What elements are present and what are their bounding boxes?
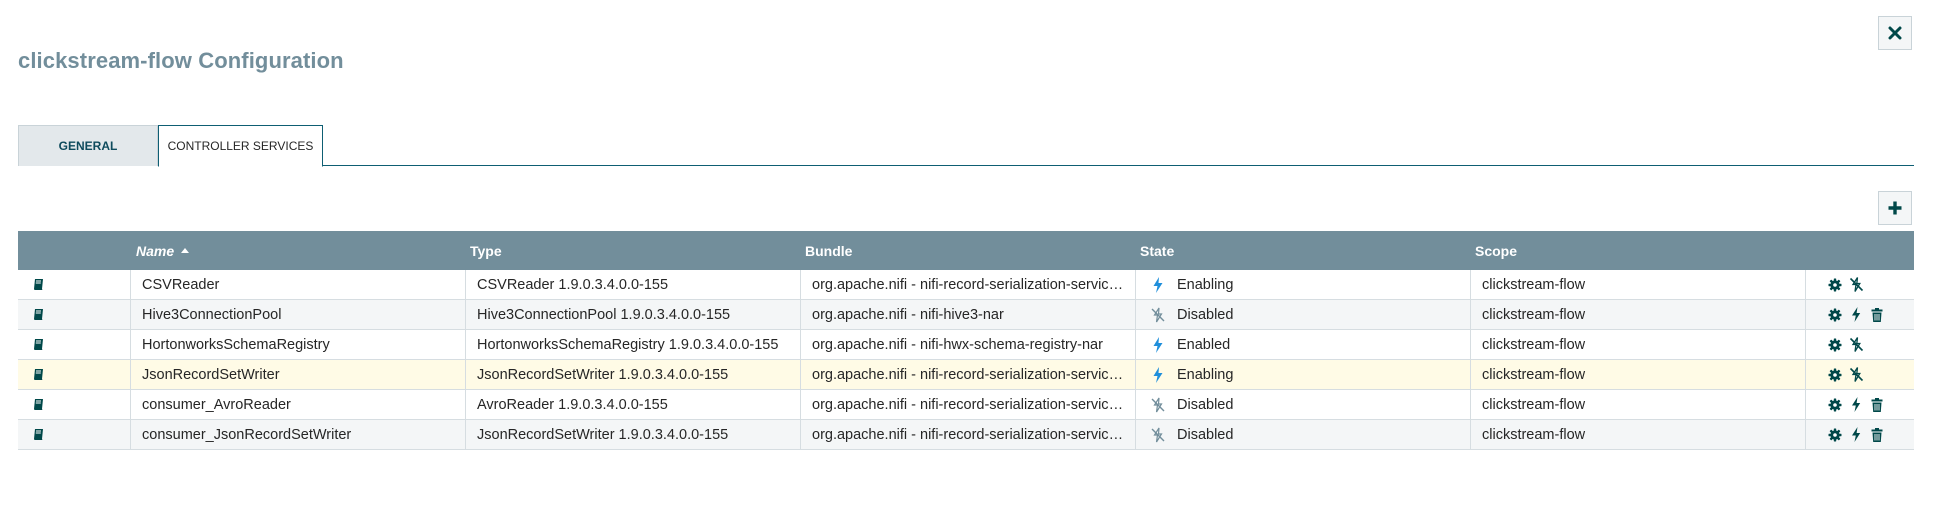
- state-label: Enabling: [1177, 366, 1234, 383]
- type-cell: CSVReader 1.9.0.3.4.0.0-155: [477, 276, 669, 293]
- enable-icon[interactable]: [1848, 397, 1864, 413]
- bundle-cell: org.apache.nifi - nifi-record-serializat…: [812, 366, 1130, 383]
- state-label: Disabled: [1177, 306, 1234, 323]
- configure-icon[interactable]: [1827, 427, 1843, 443]
- info-cell: [18, 360, 130, 389]
- configure-icon[interactable]: [1827, 307, 1843, 323]
- scope-cell: clickstream-flow: [1482, 426, 1586, 443]
- disabled-icon: [1149, 426, 1167, 444]
- table-header: Name Type Bundle State Scope: [18, 231, 1914, 270]
- state-label: Enabled: [1177, 336, 1231, 353]
- state-cell: Disabled: [1135, 300, 1470, 329]
- bundle-cell: org.apache.nifi - nifi-hwx-schema-regist…: [812, 336, 1103, 353]
- dialog-title: clickstream-flow Configuration: [18, 48, 344, 73]
- enabling-bolt-icon: [1149, 276, 1167, 294]
- state-cell: Enabled: [1135, 330, 1470, 359]
- sort-ascending-icon: [181, 248, 190, 253]
- name-cell: consumer_AvroReader: [142, 396, 291, 413]
- actions-cell: [1805, 330, 1914, 359]
- actions-cell: [1805, 390, 1914, 419]
- configure-icon[interactable]: [1827, 277, 1843, 293]
- table-row[interactable]: consumer_JsonRecordSetWriter JsonRecordS…: [18, 420, 1914, 450]
- disabled-icon: [1149, 306, 1167, 324]
- bundle-cell: org.apache.nifi - nifi-record-serializat…: [812, 276, 1130, 293]
- bundle-cell: org.apache.nifi - nifi-record-serializat…: [812, 426, 1130, 443]
- column-header-state[interactable]: State: [1140, 231, 1174, 270]
- configure-icon[interactable]: [1827, 337, 1843, 353]
- name-cell: JsonRecordSetWriter: [142, 366, 280, 383]
- disable-icon[interactable]: [1848, 277, 1864, 293]
- table-body: CSVReader CSVReader 1.9.0.3.4.0.0-155 or…: [18, 270, 1914, 450]
- disabled-icon: [1149, 396, 1167, 414]
- table-row[interactable]: consumer_AvroReader AvroReader 1.9.0.3.4…: [18, 390, 1914, 420]
- delete-icon[interactable]: [1869, 307, 1885, 323]
- state-label: Disabled: [1177, 396, 1234, 413]
- table-row[interactable]: JsonRecordSetWriter JsonRecordSetWriter …: [18, 360, 1914, 390]
- state-cell: Disabled: [1135, 390, 1470, 419]
- plus-icon: [1887, 200, 1903, 216]
- close-button[interactable]: [1878, 16, 1912, 50]
- tab-controller-services[interactable]: CONTROLLER SERVICES: [158, 125, 323, 167]
- type-cell: JsonRecordSetWriter 1.9.0.3.4.0.0-155: [477, 426, 729, 443]
- state-cell: Disabled: [1135, 420, 1470, 449]
- info-cell: [18, 330, 130, 359]
- actions-cell: [1805, 360, 1914, 389]
- actions-cell: [1805, 270, 1914, 299]
- usage-info-icon[interactable]: [30, 337, 46, 353]
- enable-icon[interactable]: [1848, 307, 1864, 323]
- info-cell: [18, 390, 130, 419]
- state-cell: Enabling: [1135, 360, 1470, 389]
- info-cell: [18, 270, 130, 299]
- usage-info-icon[interactable]: [30, 277, 46, 293]
- info-cell: [18, 300, 130, 329]
- name-cell: consumer_JsonRecordSetWriter: [142, 426, 352, 443]
- table-row[interactable]: HortonworksSchemaRegistry HortonworksSch…: [18, 330, 1914, 360]
- scope-cell: clickstream-flow: [1482, 306, 1586, 323]
- actions-cell: [1805, 420, 1914, 449]
- tab-general[interactable]: GENERAL: [18, 125, 158, 166]
- bundle-cell: org.apache.nifi - nifi-hive3-nar: [812, 306, 1004, 323]
- column-header-scope[interactable]: Scope: [1475, 231, 1517, 270]
- type-cell: Hive3ConnectionPool 1.9.0.3.4.0.0-155: [477, 306, 731, 323]
- scope-cell: clickstream-flow: [1482, 276, 1586, 293]
- scope-cell: clickstream-flow: [1482, 366, 1586, 383]
- type-cell: JsonRecordSetWriter 1.9.0.3.4.0.0-155: [477, 366, 729, 383]
- delete-icon[interactable]: [1869, 397, 1885, 413]
- type-cell: HortonworksSchemaRegistry 1.9.0.3.4.0.0-…: [477, 336, 779, 353]
- enabling-bolt-icon: [1149, 366, 1167, 384]
- bundle-cell: org.apache.nifi - nifi-record-serializat…: [812, 396, 1130, 413]
- column-header-name[interactable]: Name: [136, 231, 190, 270]
- add-controller-service-button[interactable]: [1878, 191, 1912, 225]
- actions-cell: [1805, 300, 1914, 329]
- usage-info-icon[interactable]: [30, 307, 46, 323]
- disable-icon[interactable]: [1848, 337, 1864, 353]
- configure-icon[interactable]: [1827, 367, 1843, 383]
- enable-icon[interactable]: [1848, 427, 1864, 443]
- scope-cell: clickstream-flow: [1482, 396, 1586, 413]
- column-header-type[interactable]: Type: [470, 231, 502, 270]
- usage-info-icon[interactable]: [30, 367, 46, 383]
- scope-cell: clickstream-flow: [1482, 336, 1586, 353]
- controller-services-table: Name Type Bundle State Scope CSVReader C…: [18, 231, 1914, 450]
- column-header-bundle[interactable]: Bundle: [805, 231, 852, 270]
- state-label: Enabling: [1177, 276, 1234, 293]
- delete-icon[interactable]: [1869, 427, 1885, 443]
- configure-icon[interactable]: [1827, 397, 1843, 413]
- tab-bar: GENERAL CONTROLLER SERVICES: [18, 125, 1914, 167]
- state-label: Disabled: [1177, 426, 1234, 443]
- info-cell: [18, 420, 130, 449]
- table-row[interactable]: Hive3ConnectionPool Hive3ConnectionPool …: [18, 300, 1914, 330]
- table-row[interactable]: CSVReader CSVReader 1.9.0.3.4.0.0-155 or…: [18, 270, 1914, 300]
- type-cell: AvroReader 1.9.0.3.4.0.0-155: [477, 396, 668, 413]
- name-cell: CSVReader: [142, 276, 220, 293]
- disable-icon[interactable]: [1848, 367, 1864, 383]
- enabled-bolt-icon: [1149, 336, 1167, 354]
- usage-info-icon[interactable]: [30, 427, 46, 443]
- close-icon: [1888, 26, 1902, 40]
- state-cell: Enabling: [1135, 270, 1470, 299]
- name-cell: Hive3ConnectionPool: [142, 306, 282, 323]
- usage-info-icon[interactable]: [30, 397, 46, 413]
- name-cell: HortonworksSchemaRegistry: [142, 336, 330, 353]
